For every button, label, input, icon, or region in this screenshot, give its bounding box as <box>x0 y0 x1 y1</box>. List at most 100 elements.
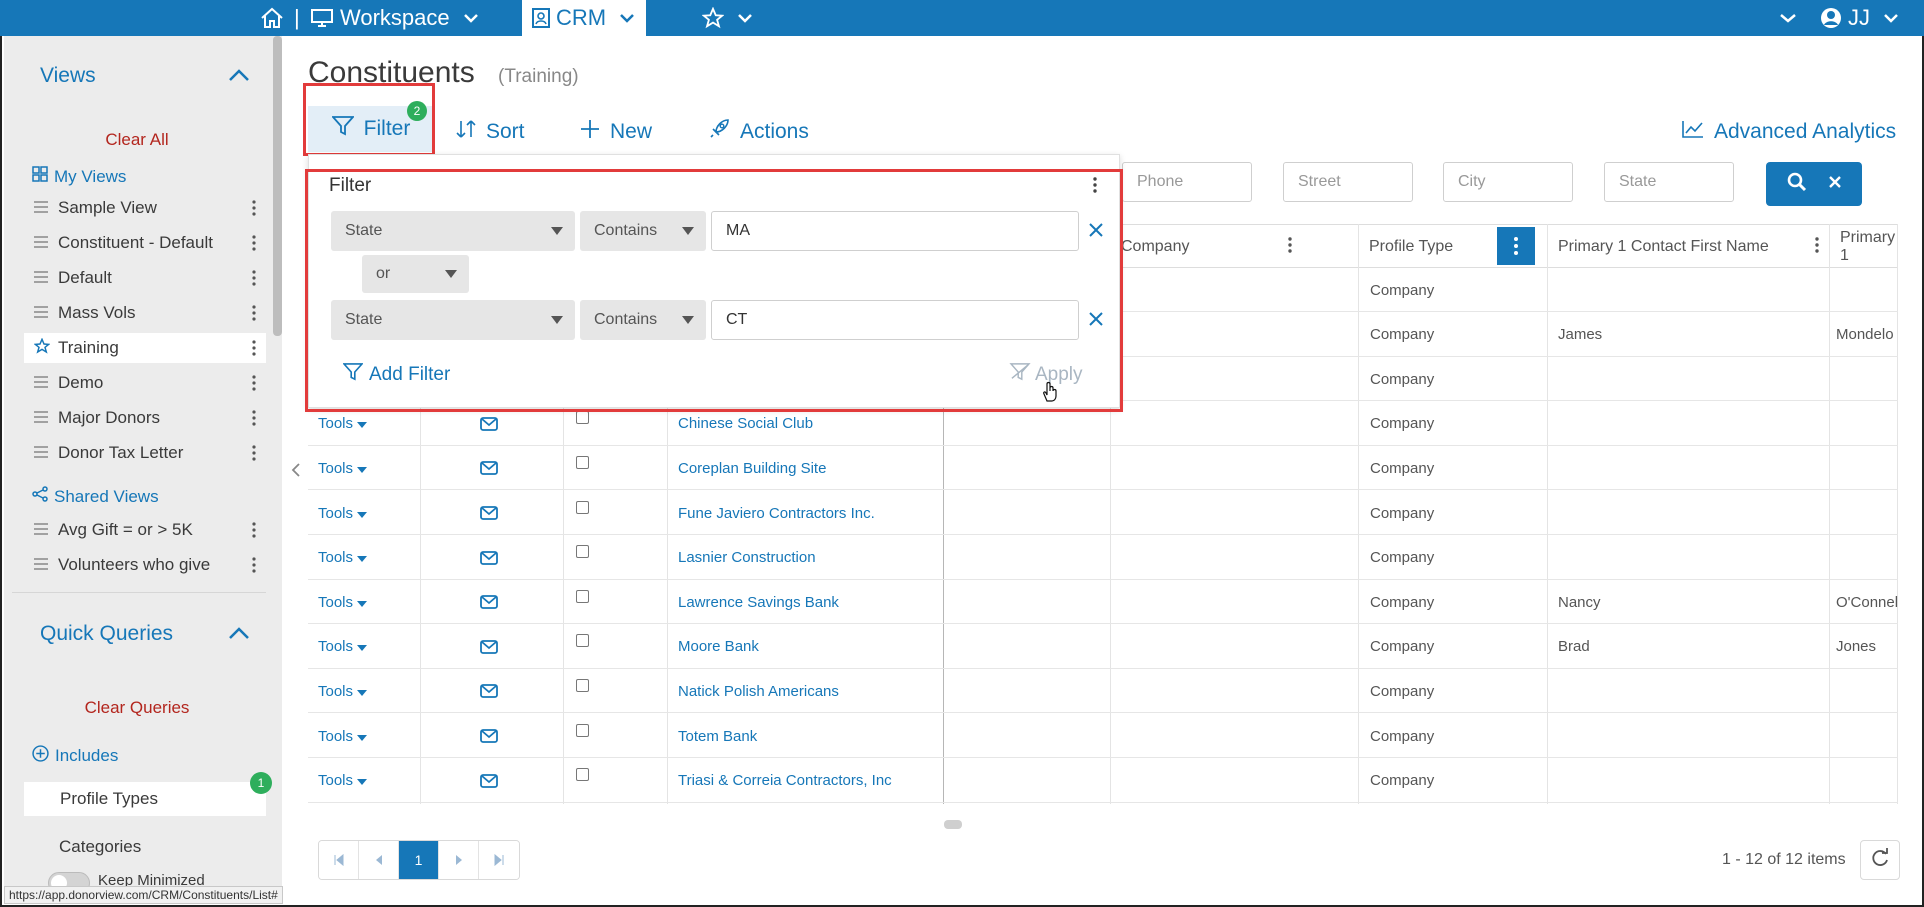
more-options-icon[interactable] <box>252 557 256 578</box>
table-row[interactable]: Tools Lawrence Savings Bank Company Nancy O'… <box>308 580 1898 625</box>
email-icon[interactable] <box>480 580 498 624</box>
drag-handle-icon[interactable] <box>34 198 48 218</box>
first-page-button[interactable] <box>319 841 359 879</box>
sidebar-item-sample-view[interactable]: Sample View <box>24 193 266 223</box>
constituent-name-link[interactable]: Totem Bank <box>678 714 757 758</box>
more-options-icon[interactable] <box>252 270 256 291</box>
sidebar-item-training[interactable]: Training <box>24 333 266 363</box>
tools-menu-button[interactable]: Tools <box>318 625 368 669</box>
shared-views-link[interactable]: Shared Views <box>32 486 159 507</box>
last-page-button[interactable] <box>479 841 519 879</box>
constituent-name-link[interactable]: Moore Bank <box>678 625 759 669</box>
advanced-analytics-button[interactable]: Advanced Analytics <box>1682 118 1896 146</box>
row-select-checkbox[interactable] <box>576 753 589 797</box>
table-row[interactable]: Tools Natick Polish Americans Company <box>308 669 1898 714</box>
chevron-up-icon[interactable] <box>228 68 250 87</box>
table-row[interactable]: Tools Fune Javiero Contractors Inc. Compan… <box>308 491 1898 535</box>
constituent-name-link[interactable]: Fune Javiero Contractors Inc. <box>678 491 875 535</box>
drag-handle-icon[interactable] <box>34 268 48 288</box>
more-options-icon[interactable] <box>252 305 256 326</box>
drag-handle-icon[interactable] <box>34 520 48 540</box>
tools-menu-button[interactable]: Tools <box>318 580 368 624</box>
more-options-icon[interactable] <box>252 200 256 221</box>
sidebar-item-constituent-default[interactable]: Constituent - Default <box>24 228 266 258</box>
sidebar-item-major-donors[interactable]: Major Donors <box>24 403 266 433</box>
sidebar-item-default[interactable]: Default <box>24 263 266 293</box>
table-row[interactable]: Tools Triasi & Correia Contractors, Inc Co… <box>308 759 1898 803</box>
more-options-icon[interactable] <box>252 235 256 256</box>
collapse-sidebar-icon[interactable] <box>291 462 301 481</box>
drag-handle-icon[interactable] <box>34 443 48 463</box>
row-select-checkbox[interactable] <box>576 708 589 752</box>
row-select-checkbox[interactable] <box>576 663 589 707</box>
drag-handle-icon[interactable] <box>34 233 48 253</box>
table-row[interactable]: Tools Moore Bank Company Brad Jones <box>308 625 1898 669</box>
clear-all-button[interactable]: Clear All <box>12 130 262 150</box>
home-icon[interactable] <box>260 0 284 36</box>
more-options-icon[interactable] <box>252 340 256 361</box>
table-row[interactable]: Tools Lasnier Construction Company <box>308 536 1898 580</box>
more-options-icon[interactable] <box>1288 237 1292 258</box>
sidebar-item-mass-vols[interactable]: Mass Vols <box>24 298 266 328</box>
chevron-up-icon[interactable] <box>228 626 250 645</box>
next-page-button[interactable] <box>439 841 479 879</box>
email-icon[interactable] <box>480 491 498 535</box>
tools-menu-button[interactable]: Tools <box>318 536 368 580</box>
includes-link[interactable]: Includes <box>32 745 118 767</box>
sidebar-item-volunteers-who-give[interactable]: Volunteers who give <box>24 550 266 580</box>
email-icon[interactable] <box>480 446 498 490</box>
row-select-checkbox[interactable] <box>576 440 589 484</box>
profile-types-query[interactable]: Profile Types <box>24 782 266 816</box>
my-views-link[interactable]: My Views <box>32 166 126 187</box>
more-options-icon[interactable] <box>252 410 256 431</box>
sidebar-item-donor-tax-letter[interactable]: Donor Tax Letter <box>24 438 266 468</box>
email-icon[interactable] <box>480 714 498 758</box>
profile-type-column-menu-icon[interactable] <box>1497 227 1535 265</box>
horizontal-scrollbar[interactable] <box>944 820 962 829</box>
drag-handle-icon[interactable] <box>34 555 48 575</box>
chevron-down-icon[interactable] <box>1780 0 1796 36</box>
tools-menu-button[interactable]: Tools <box>318 491 368 535</box>
more-options-icon[interactable] <box>252 445 256 466</box>
row-select-checkbox[interactable] <box>576 485 589 529</box>
constituent-name-link[interactable]: Triasi & Correia Contractors, Inc <box>678 759 892 803</box>
state-search-field[interactable]: State <box>1604 162 1734 202</box>
email-icon[interactable] <box>480 536 498 580</box>
user-menu[interactable]: JJ <box>1820 0 1898 36</box>
row-select-checkbox[interactable] <box>576 574 589 618</box>
favorites-menu[interactable] <box>702 0 752 36</box>
row-select-checkbox[interactable] <box>576 619 589 663</box>
actions-button[interactable]: Actions <box>708 118 809 146</box>
drag-handle-icon[interactable] <box>34 303 48 323</box>
more-options-icon[interactable] <box>1815 237 1819 258</box>
email-icon[interactable] <box>480 625 498 669</box>
more-options-icon[interactable] <box>252 522 256 543</box>
email-icon[interactable] <box>480 669 498 713</box>
clear-queries-button[interactable]: Clear Queries <box>12 698 262 718</box>
drag-handle-icon[interactable] <box>34 373 48 393</box>
column-header-primary-last[interactable]: Primary 1 <box>1829 225 1895 269</box>
sidebar-item-demo[interactable]: Demo <box>24 368 266 398</box>
constituent-name-link[interactable]: Coreplan Building Site <box>678 446 826 490</box>
clear-search-icon[interactable] <box>1828 175 1842 194</box>
more-options-icon[interactable] <box>252 375 256 396</box>
sidebar-scrollbar[interactable] <box>273 36 282 336</box>
row-select-checkbox[interactable] <box>576 530 589 574</box>
tools-menu-button[interactable]: Tools <box>318 446 368 490</box>
phone-search-field[interactable]: Phone <box>1122 162 1252 202</box>
current-page-button[interactable]: 1 <box>399 841 439 879</box>
constituent-name-link[interactable]: Natick Polish Americans <box>678 669 839 713</box>
sort-button[interactable]: Sort <box>456 118 525 146</box>
sidebar-item-avg-gift[interactable]: Avg Gift = or > 5K <box>24 515 266 545</box>
tools-menu-button[interactable]: Tools <box>318 759 368 803</box>
search-icon[interactable] <box>1787 172 1807 197</box>
refresh-button[interactable] <box>1860 840 1900 880</box>
categories-query[interactable]: Categories <box>59 837 141 857</box>
table-row[interactable]: Tools Totem Bank Company <box>308 714 1898 758</box>
tools-menu-button[interactable]: Tools <box>318 714 368 758</box>
street-search-field[interactable]: Street <box>1283 162 1413 202</box>
constituent-name-link[interactable]: Lasnier Construction <box>678 536 816 580</box>
table-row[interactable]: Tools Coreplan Building Site Company <box>308 446 1898 491</box>
drag-handle-icon[interactable] <box>34 408 48 428</box>
constituent-name-link[interactable]: Lawrence Savings Bank <box>678 580 839 624</box>
